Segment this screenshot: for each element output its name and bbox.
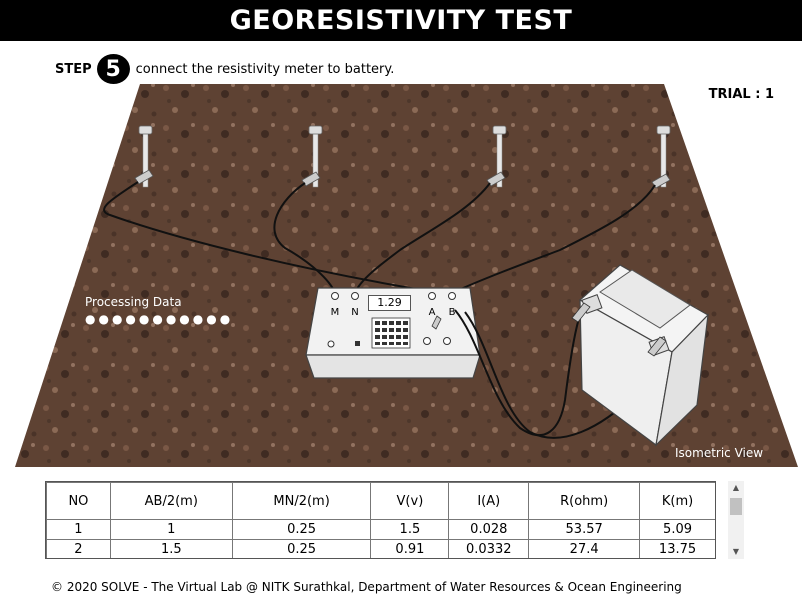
col-k-header: K(m)	[639, 482, 715, 520]
table-cell: 27.4	[528, 539, 641, 558]
table-cell: 1	[46, 519, 111, 540]
table-row: 1 1 0.25 1.5 0.028 53.57 5.09	[46, 519, 715, 540]
table-row: 2 1.5 0.25 0.91 0.0332 27.4 13.75	[46, 539, 715, 558]
footer-copyright: © 2020 SOLVE - The Virtual Lab @ NITK Su…	[51, 580, 682, 594]
table-scrollbar[interactable]: ▲ ▼	[728, 481, 744, 559]
scroll-down-arrow-icon[interactable]: ▼	[728, 545, 744, 559]
scroll-up-arrow-icon[interactable]: ▲	[728, 481, 744, 495]
meter-terminal-a: A	[429, 307, 436, 318]
table-cell: 1.5	[370, 519, 450, 540]
col-i-header: I(A)	[448, 482, 530, 520]
table-cell: 0.25	[231, 539, 372, 558]
table-cell: 5.09	[639, 519, 715, 540]
processing-label: Processing Data	[85, 295, 182, 309]
table-cell: 0.91	[370, 539, 450, 558]
table-cell: 2	[46, 539, 111, 558]
results-table[interactable]: NO AB/2(m) MN/2(m) V(v) I(A) R(ohm) K(m)…	[45, 481, 716, 559]
meter-terminal-b: B	[449, 307, 456, 318]
col-mn2-header: MN/2(m)	[231, 482, 372, 520]
meter-terminal-n: N	[351, 307, 358, 318]
col-r-header: R(ohm)	[528, 482, 641, 520]
table-cell: 53.57	[528, 519, 641, 540]
col-ab2-header: AB/2(m)	[109, 482, 233, 520]
processing-dots: ●●●●●●●●●●●	[85, 312, 234, 326]
meter-display: 1.29	[368, 295, 411, 311]
table-cell: 0.028	[448, 519, 530, 540]
meter-terminal-m: M	[331, 307, 340, 318]
table-header-row: NO AB/2(m) MN/2(m) V(v) I(A) R(ohm) K(m)	[46, 482, 715, 520]
col-no-header: NO	[46, 482, 111, 520]
table-cell: 1	[109, 519, 233, 540]
col-v-header: V(v)	[370, 482, 450, 520]
table-cell: 0.25	[231, 519, 372, 540]
isometric-view-label: Isometric View	[675, 446, 764, 460]
table-cell: 0.0332	[448, 539, 530, 558]
table-cell: 13.75	[639, 539, 715, 558]
scrollbar-thumb[interactable]	[730, 498, 742, 515]
trial-label: TRIAL : 1	[708, 87, 774, 102]
table-cell: 1.5	[109, 539, 233, 558]
